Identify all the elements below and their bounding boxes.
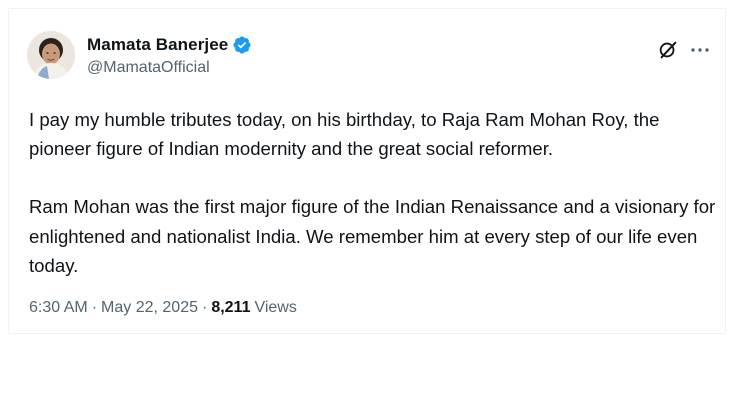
tweet-card: Mamata Banerjee @MamataOfficial I pay my… [8, 8, 726, 334]
verified-badge-icon [232, 35, 252, 55]
author-name-row: Mamata Banerjee [87, 34, 252, 56]
separator-dot: · [91, 299, 98, 316]
separator-dot: · [201, 299, 208, 316]
tweet-meta: 6:30 AM · May 22, 2025 · 8,211 Views [29, 299, 297, 317]
views-label: Views [254, 299, 297, 316]
author-name[interactable]: Mamata Banerjee [87, 35, 228, 55]
grok-icon[interactable] [657, 39, 679, 61]
author-handle[interactable]: @MamataOfficial [87, 59, 210, 77]
avatar-photo [27, 31, 75, 79]
tweet-date[interactable]: May 22, 2025 [101, 299, 198, 317]
tweet-paragraph: I pay my humble tributes today, on his b… [29, 109, 660, 160]
views-count: 8,211 [211, 299, 251, 316]
tweet-time[interactable]: 6:30 AM [29, 299, 88, 317]
tweet-text: I pay my humble tributes today, on his b… [29, 105, 719, 280]
tweet-paragraph: Ram Mohan was the first major figure of … [29, 196, 716, 276]
more-options-icon[interactable] [689, 41, 711, 59]
avatar[interactable] [27, 31, 75, 79]
